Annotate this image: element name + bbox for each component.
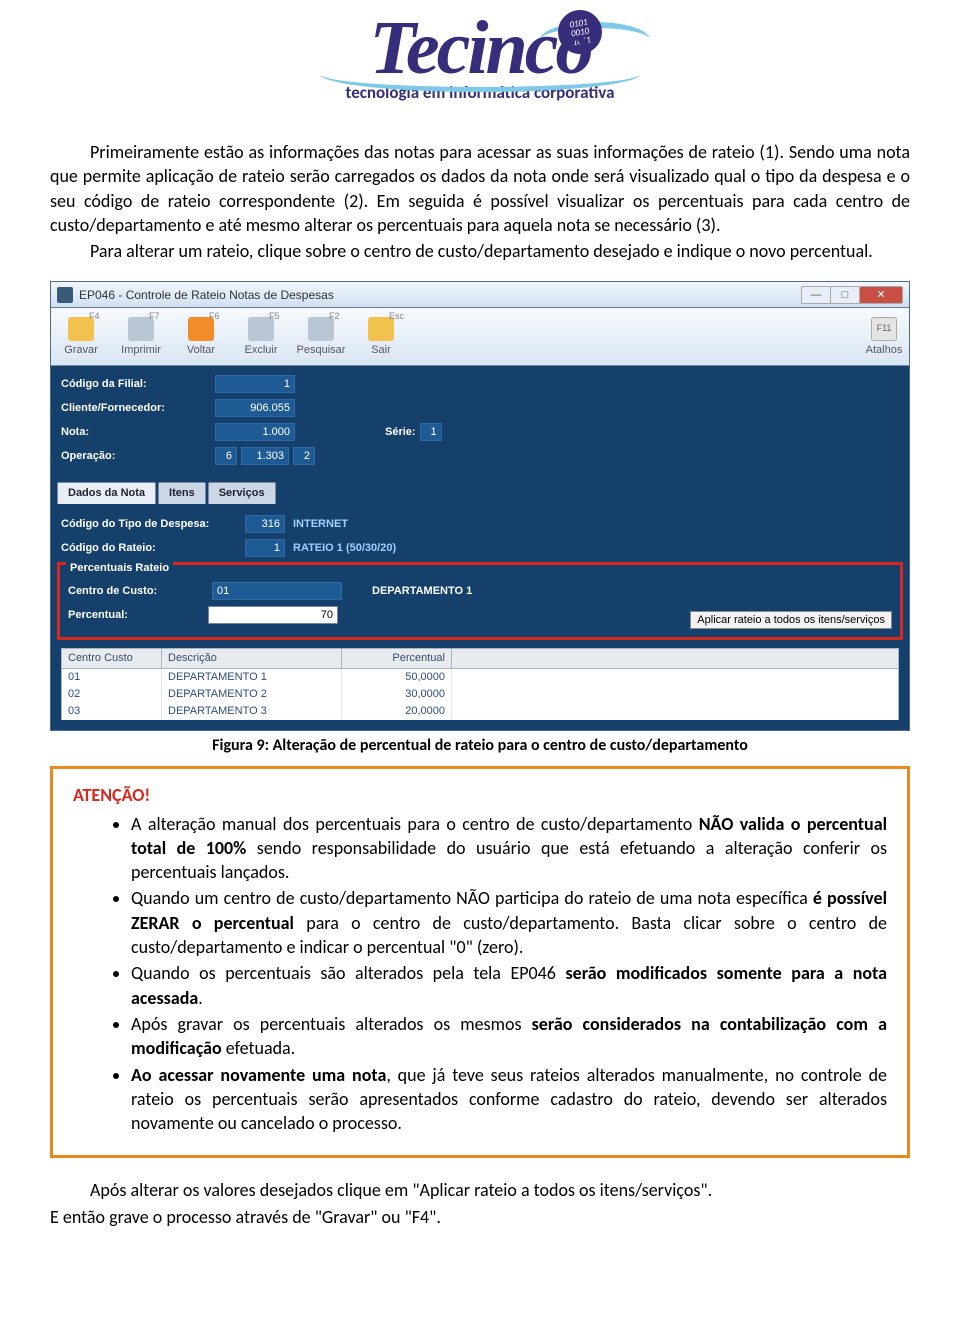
serie-field[interactable]: 1 — [420, 423, 442, 441]
figure-caption: Figura 9: Alteração de percentual de rat… — [50, 735, 910, 757]
window-ep046: EP046 - Controle de Rateio Notas de Desp… — [50, 281, 910, 730]
toolbar-voltar-button[interactable]: Voltar — [171, 308, 231, 365]
tab-servicos[interactable]: Serviços — [208, 482, 276, 504]
grid-header-descricao[interactable]: Descrição — [162, 649, 342, 668]
codigo-rateio-label: Código do Rateio: — [61, 541, 241, 556]
attention-box: ATENÇÃO! A alteração manual dos percentu… — [50, 766, 910, 1158]
operacao-field-3[interactable]: 2 — [293, 447, 315, 465]
attention-list: A alteração manual dos percentuais para … — [73, 812, 887, 1136]
grid-header-centro[interactable]: Centro Custo — [62, 649, 162, 668]
form-header: Código da Filial: 1 Cliente/Fornecedor: … — [51, 366, 909, 478]
toolbar-excluir-button[interactable]: Excluir — [231, 308, 291, 365]
table-row[interactable]: 02DEPARTAMENTO 230,0000 — [61, 686, 899, 703]
tipo-despesa-field[interactable]: 316 — [245, 515, 285, 533]
operacao-field-2[interactable]: 1.303 — [241, 447, 289, 465]
tab-itens[interactable]: Itens — [158, 482, 206, 504]
percentual-label: Percentual: — [68, 608, 208, 623]
grid-header-percentual[interactable]: Percentual — [342, 649, 452, 668]
percentual-field[interactable]: 70 — [208, 606, 338, 624]
centro-custo-desc: DEPARTAMENTO 1 — [372, 584, 472, 599]
window-close-button[interactable]: ✕ — [859, 286, 903, 304]
centro-custo-field[interactable]: 01 — [212, 582, 342, 600]
tab-strip: Dados da Nota Itens Serviços — [51, 478, 909, 504]
list-item: A alteração manual dos percentuais para … — [131, 812, 887, 885]
tipo-despesa-label: Código do Tipo de Despesa: — [61, 517, 241, 532]
logo: 010100101011 Tecinco tecnologia em infor… — [50, 0, 910, 140]
list-item: Quando os percentuais são alterados pela… — [131, 961, 887, 1010]
attention-title: ATENÇÃO! — [73, 783, 887, 807]
table-row[interactable]: 01DEPARTAMENTO 150,0000 — [61, 669, 899, 686]
toolbar-gravar-button[interactable]: Gravar — [51, 308, 111, 365]
table-row[interactable]: 03DEPARTAMENTO 320,0000 — [61, 703, 899, 720]
nota-label: Nota: — [61, 425, 211, 440]
cliente-label: Cliente/Fornecedor: — [61, 401, 211, 416]
tab-dados-da-nota[interactable]: Dados da Nota — [57, 482, 156, 504]
toolbar-imprimir-button[interactable]: Imprimir — [111, 308, 171, 365]
list-item: Quando um centro de custo/departamento N… — [131, 886, 887, 959]
rateio-grid: Centro Custo Descrição Percentual 01DEPA… — [61, 648, 899, 719]
percentuais-legend: Percentuais Rateio — [66, 561, 173, 576]
operacao-label: Operação: — [61, 449, 211, 464]
footer-paragraph-2: E então grave o processo através de "Gra… — [50, 1205, 910, 1229]
list-item: Ao acessar novamente uma nota, que já te… — [131, 1063, 887, 1136]
tipo-despesa-desc: INTERNET — [293, 517, 348, 532]
toolbar-atalhos-button[interactable]: F11Atalhos — [859, 308, 909, 365]
footer-paragraph-1: Após alterar os valores desejados clique… — [50, 1178, 910, 1202]
aplicar-rateio-button[interactable]: Aplicar rateio a todos os itens/serviços — [690, 611, 892, 629]
tab-pane-dados: Código do Tipo de Despesa: 316 INTERNET … — [51, 504, 909, 729]
codigo-rateio-field[interactable]: 1 — [245, 539, 285, 557]
filial-label: Código da Filial: — [61, 377, 211, 392]
atalhos-icon: F11 — [871, 317, 897, 341]
intro-paragraph-1: Primeiramente estão as informações das n… — [50, 140, 910, 237]
filial-field[interactable]: 1 — [215, 375, 295, 393]
window-minimize-button[interactable]: — — [801, 286, 831, 304]
app-icon — [57, 287, 73, 303]
operacao-field-1[interactable]: 6 — [215, 447, 237, 465]
list-item: Após gravar os percentuais alterados os … — [131, 1012, 887, 1061]
codigo-rateio-desc: RATEIO 1 (50/30/20) — [293, 541, 396, 556]
toolbar-pesquisar-button[interactable]: Pesquisar — [291, 308, 351, 365]
cliente-field[interactable]: 906.055 — [215, 399, 295, 417]
window-titlebar: EP046 - Controle de Rateio Notas de Desp… — [51, 282, 909, 308]
intro-paragraph-2: Para alterar um rateio, clique sobre o c… — [50, 239, 910, 263]
toolbar: F4GravarF7ImprimirF6VoltarF5ExcluirF2Pes… — [51, 308, 909, 366]
percentuais-rateio-group: Percentuais Rateio Centro de Custo: 01 D… — [57, 562, 903, 640]
serie-label: Série: — [385, 425, 416, 440]
window-title: EP046 - Controle de Rateio Notas de Desp… — [79, 287, 802, 303]
nota-field[interactable]: 1.000 — [215, 423, 295, 441]
window-maximize-button[interactable]: □ — [830, 286, 860, 304]
centro-custo-label: Centro de Custo: — [68, 584, 208, 599]
